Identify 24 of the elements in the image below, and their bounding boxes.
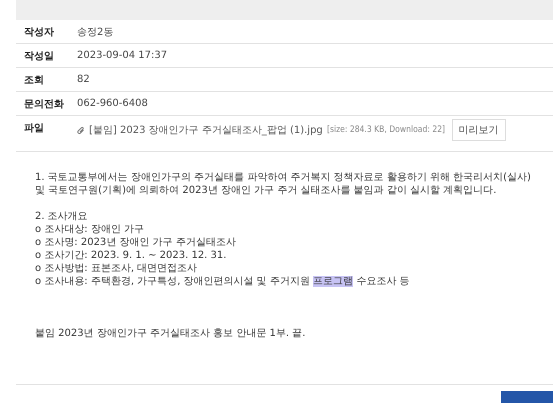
file-meta: [size: 284.3 KB, Download: 22] (326, 125, 445, 135)
file-link[interactable]: [붙임] 2023 장애인가구 주거실태조사_팝업 (1).jpg (89, 123, 323, 137)
paperclip-icon (77, 126, 85, 134)
field-label: 작성자 (23, 26, 55, 38)
body-text: 수요조사 등 (355, 276, 410, 287)
action-button[interactable] (501, 391, 553, 403)
body-text: 붙임 2023년 장애인가구 주거실태조사 홍보 안내문 1부. 끝. (35, 328, 306, 339)
body-text: o 조사명: 2023년 장애인 가구 주거실태조사 (35, 237, 236, 248)
body-text: o 조사방법: 표본조사, 대면면접조사 (35, 263, 198, 274)
field-label: 작성일 (23, 50, 55, 62)
preview-button[interactable]: 미리보기 (452, 119, 506, 141)
body-paragraph: 1. 국토교통부에서는 장애인가구의 주거실태를 파악하여 주거복지 정책자료로 활용하기 위해 한국리서치(실사) 및 국토연구원(기획)에 의뢰하여 2023년 장애인 가구 주거 실태조사를 붙임과 같이 실시할 계획입니다. (35, 172, 531, 196)
body-text: o 조사내용: 주택환경, 가구특성, 장애인편의시설 및 주거지원 (35, 276, 311, 287)
body-text: o 조사대상: 장애인 가구 (35, 224, 144, 235)
highlighted-text: 프로그램 (313, 276, 354, 287)
field-label: 조회 (23, 74, 45, 86)
field-label: 파일 (23, 122, 45, 135)
body-text: 2. 조사개요 (35, 211, 88, 222)
body-text: o 조사기간: 2023. 9. 1. ~ 2023. 12. 31. (35, 250, 226, 261)
field-label: 문의전화 (23, 98, 65, 110)
field-value: 송정2동 (77, 26, 114, 38)
field-value: 2023-09-04 17:37 (77, 50, 168, 61)
field-value: 062-960-6408 (77, 98, 148, 109)
field-value: 82 (77, 74, 90, 85)
